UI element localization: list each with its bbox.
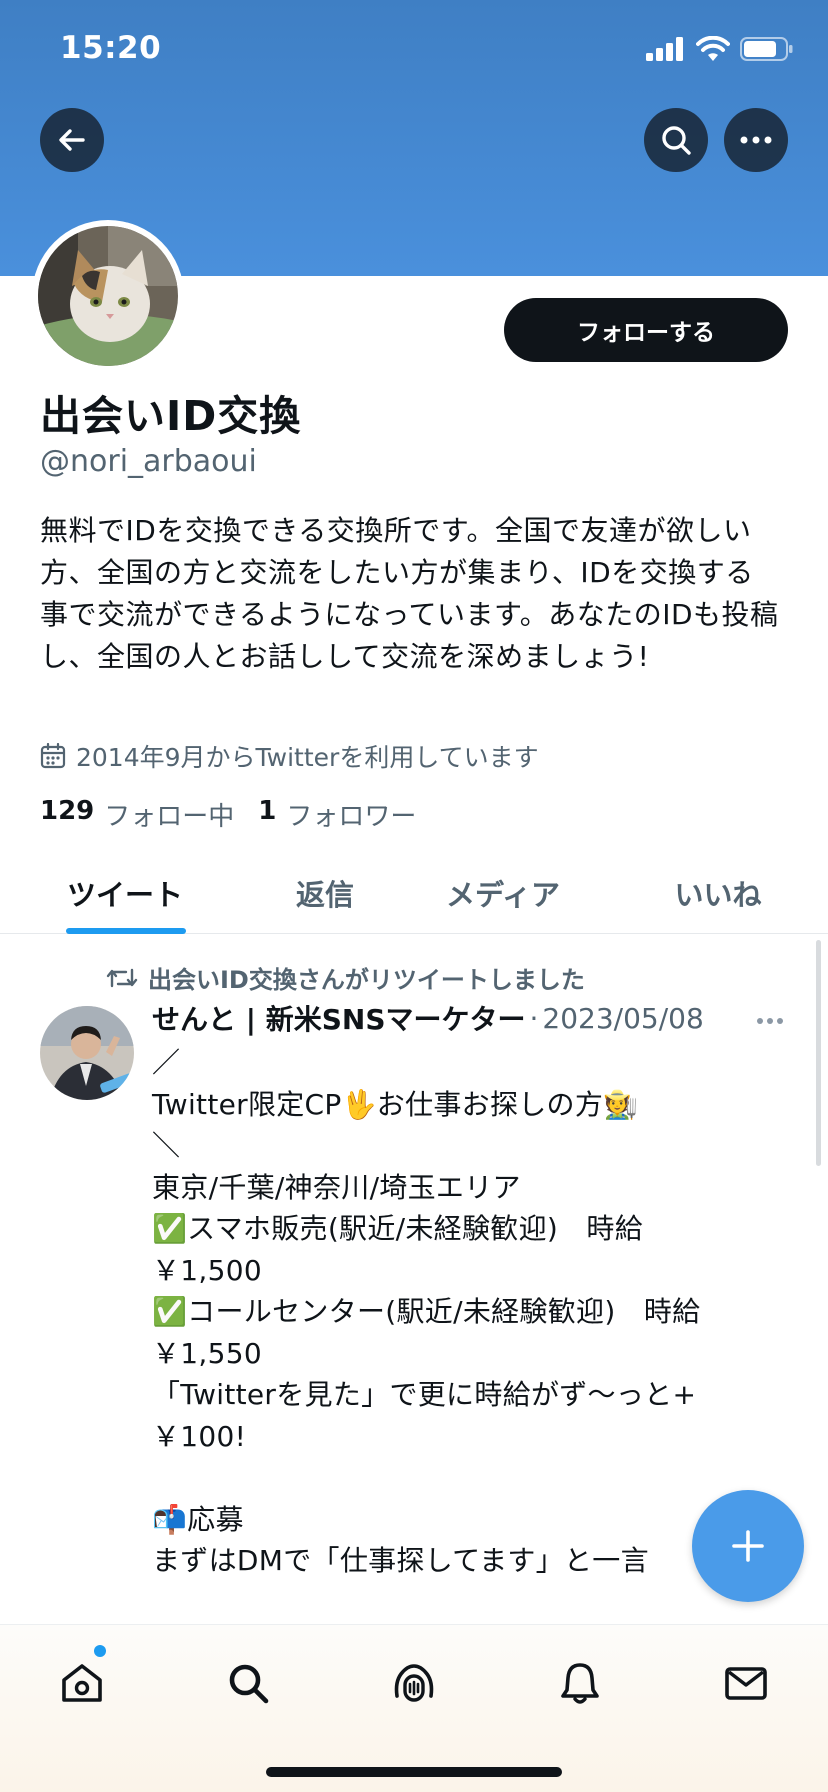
compose-tweet-button[interactable] [692,1490,804,1602]
status-time: 15:20 [60,30,162,66]
follow-counts: 129 フォロー中 1 フォロワー [40,796,430,833]
status-icons [646,36,794,62]
tab-likes[interactable]: いいね [660,852,776,934]
active-tab-indicator [66,928,186,934]
mail-icon [725,1667,767,1700]
nav-notifications[interactable] [550,1653,610,1713]
tweet-date[interactable]: 2023/05/08 [542,1002,703,1035]
notification-dot [94,1645,106,1657]
avatar-image [38,226,178,366]
nav-home[interactable] [52,1653,112,1713]
calendar-icon [40,743,66,769]
following-count[interactable]: 129 [40,796,94,833]
followers-count[interactable]: 1 [258,796,276,833]
signal-icon [646,37,683,61]
bottom-navigation [0,1624,828,1792]
profile-name: 出会いID交換 [40,392,302,440]
scrollbar[interactable] [816,940,821,1166]
more-icon [757,1018,783,1024]
follow-button[interactable]: フォローする [504,298,788,362]
more-options-button[interactable] [724,108,788,172]
following-label[interactable]: フォロー中 [104,796,234,833]
back-button[interactable] [40,108,104,172]
retweet-text[interactable]: 出会いID交換さんがリツイートしました [148,960,585,995]
tweet-text: ／ Twitter限定CP🖖お仕事お探しの方🧑‍🌾 ＼ 東京/千葉/神奈川/埼玉… [152,1046,701,1577]
profile-bio: 無料でIDを交換できる交換所です。全国で友達が欲しい方、全国の方と交流をしたい方… [40,514,779,673]
spaces-icon [394,1664,434,1702]
arrow-left-icon [59,129,85,151]
separator-dot: · [529,1001,539,1035]
profile-tabs: ツイート 返信 メディア いいね [0,852,828,934]
tweet-header: せんと | 新米SNSマーケター · 2023/05/08 [152,998,792,1038]
home-indicator[interactable] [266,1767,562,1777]
joined-date: 2014年9月からTwitterを利用しています [40,738,539,774]
search-icon [662,126,691,155]
tab-media[interactable]: メディア [430,852,576,934]
search-button[interactable] [644,108,708,172]
search-icon [229,1664,269,1704]
tweet-more-button[interactable] [756,1010,784,1029]
tweet-author-name[interactable]: せんと | 新米SNSマーケター [152,998,526,1038]
home-icon [62,1664,102,1702]
tweet-author-avatar[interactable] [40,1006,134,1100]
nav-search[interactable] [218,1653,278,1713]
more-icon [740,136,772,144]
followers-label[interactable]: フォロワー [286,796,416,833]
tab-tweets[interactable]: ツイート [40,852,210,934]
joined-text: 2014年9月からTwitterを利用しています [76,743,539,772]
profile-avatar[interactable] [32,220,184,372]
status-bar: 15:20 [0,0,828,100]
bell-icon [561,1663,599,1704]
retweet-context: 出会いID交換さんがリツイートしました [106,960,585,995]
wifi-icon [696,36,730,61]
nav-messages[interactable] [716,1653,776,1713]
plus-icon [732,1530,764,1562]
retweet-icon [106,968,138,987]
profile-handle: @nori_arbaoui [40,444,257,479]
battery-icon [740,37,793,61]
tab-replies[interactable]: 返信 [265,852,385,934]
nav-spaces[interactable] [384,1653,444,1713]
